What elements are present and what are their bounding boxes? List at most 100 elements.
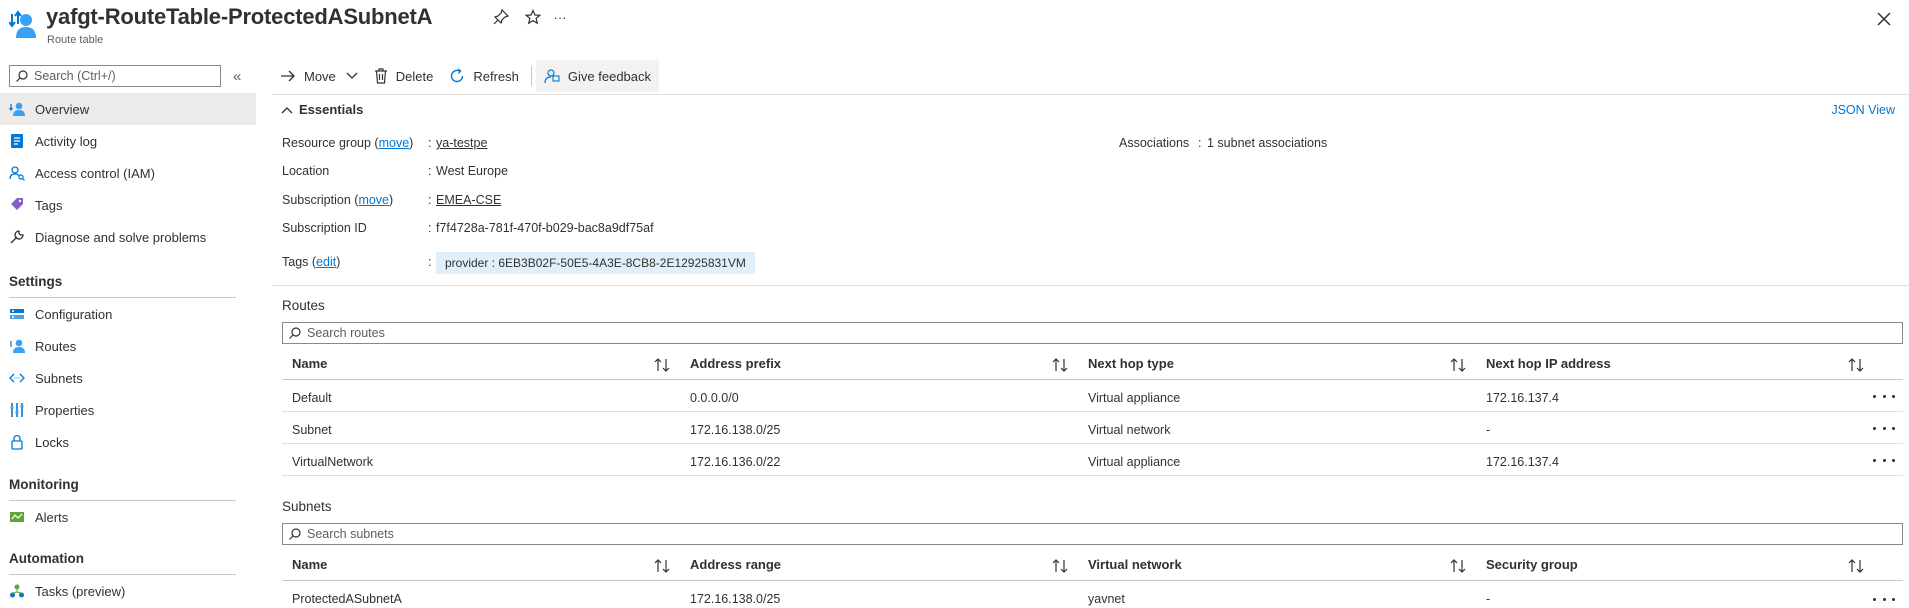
route-hop-type-cell: Virtual appliance	[1088, 455, 1181, 469]
subnets-section-title: Subnets	[282, 499, 332, 514]
essentials-divider	[272, 285, 1909, 286]
delete-label: Delete	[395, 68, 434, 84]
more-options-icon[interactable]: ···	[550, 7, 570, 27]
section-monitoring: Monitoring	[9, 477, 79, 492]
row-more-actions-icon[interactable]	[1873, 421, 1895, 435]
sort-icon[interactable]	[653, 357, 671, 373]
sidebar-item-label: Tags	[35, 197, 63, 213]
row-more-actions-icon[interactable]	[1873, 389, 1895, 403]
sort-icon[interactable]	[1847, 558, 1865, 574]
colon: :	[428, 136, 432, 150]
subscription-label-row: Subscription (move)	[282, 193, 394, 207]
move-subscription-link[interactable]: move	[358, 193, 389, 207]
colon: :	[428, 221, 432, 235]
sidebar-item-alerts[interactable]: Alerts	[0, 501, 256, 533]
subscription-value-link[interactable]: EMEA-CSE	[436, 193, 501, 207]
sidebar-item-tasks[interactable]: Tasks (preview)	[0, 575, 256, 607]
search-routes-input[interactable]: Search routes	[282, 322, 1903, 344]
move-resource-group-link[interactable]: move	[379, 136, 410, 150]
pin-icon[interactable]	[491, 7, 511, 27]
routes-icon	[9, 338, 25, 354]
collapse-menu-icon[interactable]: «	[233, 68, 241, 85]
route-hop-ip-cell: 172.16.137.4	[1486, 455, 1559, 469]
json-view-link[interactable]: JSON View	[1831, 103, 1895, 117]
sidebar-item-label: Tasks (preview)	[35, 583, 126, 599]
subnet-vnet-cell: yavnet	[1088, 592, 1125, 606]
tags-label: Tags	[282, 255, 309, 269]
toolbar-divider-line	[272, 94, 1909, 95]
column-header-address-prefix[interactable]: Address prefix	[690, 356, 781, 371]
column-header-address-range[interactable]: Address range	[690, 557, 781, 572]
location-value: West Europe	[436, 164, 509, 178]
column-header-name[interactable]: Name	[292, 557, 327, 572]
sidebar-item-label: Alerts	[35, 509, 69, 525]
sidebar-item-iam[interactable]: Access control (IAM)	[0, 157, 256, 189]
route-name-cell: Subnet	[292, 423, 332, 437]
column-header-next-hop-ip[interactable]: Next hop IP address	[1486, 356, 1611, 371]
page-title: yafgt-RouteTable-ProtectedASubnetA	[46, 4, 433, 29]
sort-icon[interactable]	[1847, 357, 1865, 373]
sidebar-item-diagnose[interactable]: Diagnose and solve problems	[0, 221, 256, 253]
configuration-icon	[9, 306, 25, 322]
close-icon[interactable]	[1873, 8, 1895, 30]
column-header-virtual-network[interactable]: Virtual network	[1088, 557, 1182, 572]
sidebar-item-properties[interactable]: Properties	[0, 394, 256, 426]
table-header-divider	[282, 379, 1903, 380]
move-label: Move	[304, 68, 336, 84]
edit-tags-link[interactable]: edit	[316, 255, 336, 269]
route-name-cell: VirtualNetwork	[292, 455, 374, 469]
tag-icon	[9, 197, 25, 213]
route-prefix-cell: 0.0.0.0/0	[690, 391, 739, 405]
move-button[interactable]: Move	[272, 60, 366, 92]
refresh-button[interactable]: Refresh	[441, 60, 527, 92]
search-routes-placeholder: Search routes	[307, 326, 385, 340]
activity-log-icon	[9, 133, 25, 149]
sort-icon[interactable]	[1449, 558, 1467, 574]
associations-value: 1 subnet associations	[1207, 136, 1328, 150]
sort-icon[interactable]	[1051, 558, 1069, 574]
resource-group-value-link[interactable]: ya-testpe	[436, 136, 487, 150]
menu-search-input[interactable]: Search (Ctrl+/)	[9, 65, 221, 87]
resource-type-label: Route table	[47, 34, 104, 46]
table-header-divider	[282, 580, 1903, 581]
delete-button[interactable]: Delete	[366, 60, 442, 92]
sidebar-item-locks[interactable]: Locks	[0, 426, 256, 458]
sidebar-item-label: Access control (IAM)	[35, 165, 155, 181]
row-more-actions-icon[interactable]	[1873, 453, 1895, 467]
alerts-icon	[9, 509, 25, 525]
subnet-nsg-cell: -	[1486, 592, 1491, 606]
sort-icon[interactable]	[1051, 357, 1069, 373]
colon: :	[1198, 136, 1202, 150]
properties-icon	[9, 402, 25, 418]
sidebar-item-label: Properties	[35, 402, 95, 418]
star-icon[interactable]	[523, 7, 543, 27]
row-more-actions-icon[interactable]	[1873, 592, 1895, 606]
sidebar-item-configuration[interactable]: Configuration	[0, 298, 256, 330]
sidebar-item-activity-log[interactable]: Activity log	[0, 125, 256, 157]
subscription-id-value: f7f4728a-781f-470f-b029-bac8a9df75af	[436, 221, 654, 235]
sidebar-item-overview[interactable]: Overview	[0, 93, 256, 125]
essentials-toggle[interactable]: Essentials	[281, 102, 363, 117]
sidebar-item-tags[interactable]: Tags	[0, 189, 256, 221]
arrow-right-icon	[281, 70, 295, 82]
menu-search-placeholder: Search (Ctrl+/)	[34, 69, 116, 83]
sidebar-item-subnets[interactable]: Subnets	[0, 362, 256, 394]
column-header-security-group[interactable]: Security group	[1486, 557, 1578, 572]
tag-pill[interactable]: provider : 6EB3B02F-50E5-4A3E-8CB8-2E129…	[436, 252, 755, 274]
tags-label-row: Tags (edit)	[282, 255, 341, 269]
table-row-divider	[282, 475, 1903, 476]
sidebar-item-routes[interactable]: Routes	[0, 330, 256, 362]
location-label: Location	[282, 164, 330, 178]
sort-icon[interactable]	[1449, 357, 1467, 373]
give-feedback-button[interactable]: Give feedback	[535, 60, 660, 92]
search-subnets-input[interactable]: Search subnets	[282, 523, 1903, 545]
colon: :	[428, 255, 432, 269]
column-header-next-hop-type[interactable]: Next hop type	[1088, 356, 1174, 371]
sidebar-item-label: Activity log	[35, 133, 98, 149]
column-header-name[interactable]: Name	[292, 356, 327, 371]
route-prefix-cell: 172.16.136.0/22	[690, 455, 781, 469]
sort-icon[interactable]	[653, 558, 671, 574]
resource-menu: Search (Ctrl+/) « Overview Activity log …	[0, 56, 256, 608]
search-icon	[289, 327, 301, 339]
feedback-label: Give feedback	[567, 68, 652, 84]
